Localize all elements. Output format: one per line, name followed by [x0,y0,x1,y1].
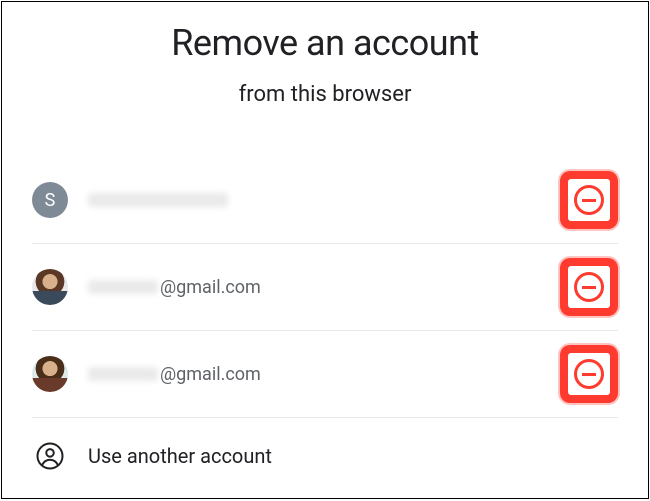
dialog-subtitle: from this browser [2,82,648,107]
dialog-title: Remove an account [2,22,648,64]
use-another-account-label: Use another account [88,444,272,468]
remove-button-inner [568,179,610,221]
person-circle-icon [32,438,68,474]
avatar-photo [32,269,68,305]
account-info: @gmail.com [88,364,560,385]
account-email-suffix: @gmail.com [160,364,261,385]
account-list: S @gmail.com [2,157,648,494]
use-another-account-row[interactable]: Use another account [32,418,618,494]
remove-account-button[interactable] [560,345,618,403]
account-email-redacted-prefix [88,280,158,294]
avatar-photo [32,356,68,392]
account-info: @gmail.com [88,277,560,298]
remove-account-button[interactable] [560,258,618,316]
remove-circle-icon [574,185,604,215]
account-row: @gmail.com [32,331,618,418]
avatar-initial: S [45,190,56,211]
account-row: @gmail.com [32,244,618,331]
account-info [88,193,560,207]
remove-account-button[interactable] [560,171,618,229]
account-email-suffix: @gmail.com [160,277,261,298]
account-row: S [32,157,618,244]
account-email-redacted [88,193,228,207]
remove-button-inner [568,266,610,308]
remove-circle-icon [574,359,604,389]
avatar-letter: S [32,182,68,218]
remove-account-dialog: Remove an account from this browser S [1,1,649,499]
remove-button-inner [568,353,610,395]
account-email-redacted-prefix [88,367,158,381]
remove-circle-icon [574,272,604,302]
